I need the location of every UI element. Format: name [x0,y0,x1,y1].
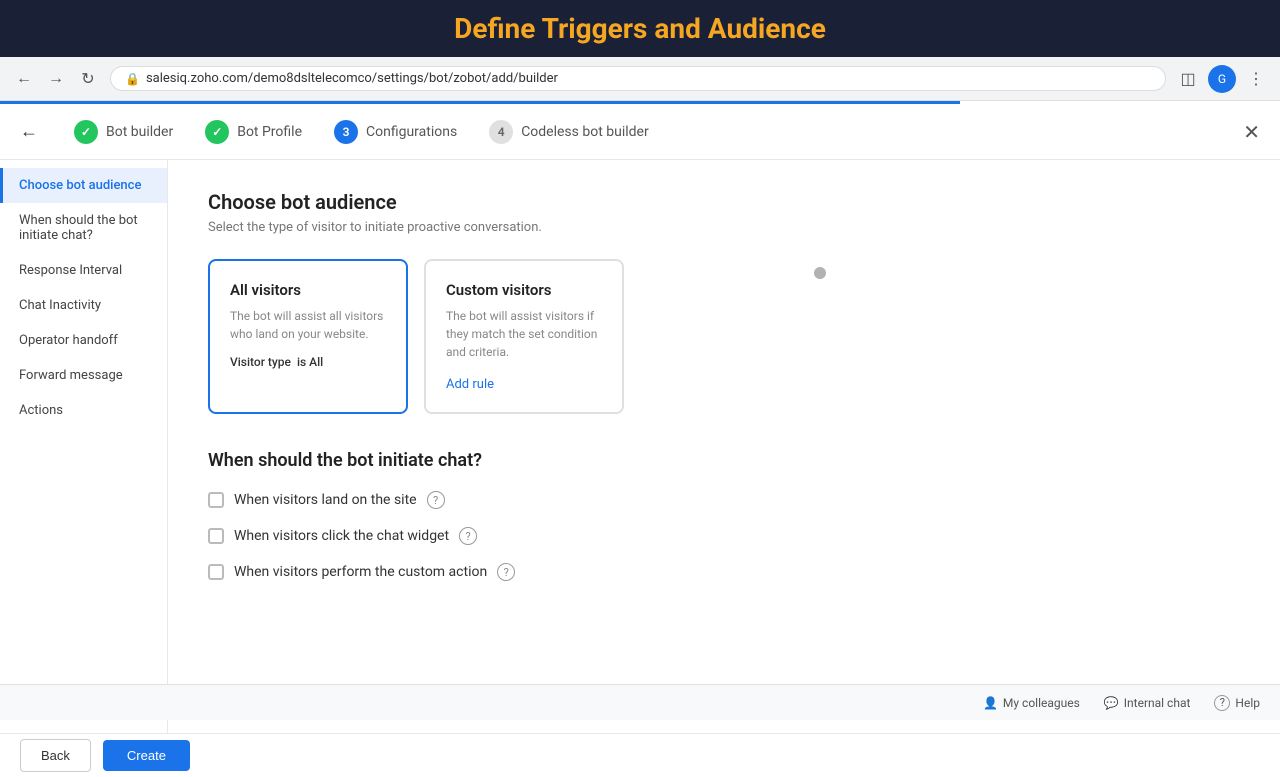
step-label-bot-builder: Bot builder [106,124,173,140]
step-circle-bot-builder: ✓ [74,120,98,144]
step-label-codeless: Codeless bot builder [521,124,649,140]
sidebar-label-chat-inactivity: Chat Inactivity [19,298,101,313]
profile-initial: G [1218,72,1226,86]
badge-value: All [309,355,323,369]
step-circle-codeless: 4 [489,120,513,144]
option-click-widget-row: When visitors click the chat widget ? [208,527,1240,545]
address-bar[interactable]: 🔒 salesiq.zoho.com/demo8dsltelecomco/set… [110,66,1166,91]
sidebar-item-response-interval[interactable]: Response Interval [0,253,167,288]
option-click-widget-checkbox[interactable] [208,528,224,544]
step-codeless-bot-builder[interactable]: 4 Codeless bot builder [473,120,665,144]
lock-icon: 🔒 [125,72,140,86]
my-colleagues-icon: 👤 [983,696,998,710]
initiate-title: When should the bot initiate chat? [208,450,1240,471]
option-custom-action-label: When visitors perform the custom action [234,564,487,580]
step-configurations[interactable]: 3 Configurations [318,120,473,144]
main-layout: Choose bot audience When should the bot … [0,160,1280,733]
custom-visitors-card[interactable]: Custom visitors The bot will assist visi… [424,259,624,414]
custom-visitors-title: Custom visitors [446,281,602,299]
step-bot-profile[interactable]: ✓ Bot Profile [189,120,318,144]
option-land-on-site-help-icon[interactable]: ? [427,491,445,509]
sidebar: Choose bot audience When should the bot … [0,160,168,733]
wizard-close-button[interactable]: ✕ [1243,120,1260,144]
footer: Back Create [0,733,1280,777]
sidebar-item-chat-inactivity[interactable]: Chat Inactivity [0,288,167,323]
top-banner: Define Triggers and Audience [0,0,1280,57]
create-button[interactable]: Create [103,740,190,771]
option-land-on-site-row: When visitors land on the site ? [208,491,1240,509]
sidebar-label-choose-bot-audience: Choose bot audience [19,178,141,193]
wizard-steps: ✓ Bot builder ✓ Bot Profile 3 Configurat… [58,120,665,144]
wizard-bar: ← ✓ Bot builder ✓ Bot Profile 3 Configur… [0,104,1280,160]
option-click-widget-help-icon[interactable]: ? [459,527,477,545]
back-button[interactable]: Back [20,739,91,772]
option-custom-action-row: When visitors perform the custom action … [208,563,1240,581]
sidebar-label-forward-message: Forward message [19,368,123,383]
my-colleagues-label: My colleagues [1003,696,1080,710]
banner-text: Define Triggers and Audience [454,12,826,45]
all-visitors-card[interactable]: All visitors The bot will assist all vis… [208,259,408,414]
option-custom-action-help-icon[interactable]: ? [497,563,515,581]
step-circle-configurations: 3 [334,120,358,144]
internal-chat-label: Internal chat [1124,696,1191,710]
browser-bar: ← → ↻ 🔒 salesiq.zoho.com/demo8dsltelecom… [0,57,1280,101]
visitor-cards: All visitors The bot will assist all vis… [208,259,1240,414]
help-icon: ? [1214,695,1230,711]
internal-chat-item[interactable]: 💬 Internal chat [1104,696,1191,710]
option-land-on-site-checkbox[interactable] [208,492,224,508]
badge-prefix: Visitor type [230,355,291,369]
all-visitors-badge: Visitor type is All [230,355,386,369]
option-custom-action-checkbox[interactable] [208,564,224,580]
sidebar-label-actions: Actions [19,403,63,418]
profile-button[interactable]: G [1208,65,1236,93]
audience-title: Choose bot audience [208,190,1240,214]
audience-subtitle: Select the type of visitor to initiate p… [208,220,1240,235]
sidebar-label-response-interval: Response Interval [19,263,122,278]
step-label-bot-profile: Bot Profile [237,124,302,140]
sidebar-item-actions[interactable]: Actions [0,393,167,428]
help-item[interactable]: ? Help [1214,695,1260,711]
forward-nav-button[interactable]: → [42,65,70,93]
menu-button[interactable]: ⋮ [1242,65,1270,93]
sidebar-label-operator-handoff: Operator handoff [19,333,118,348]
back-nav-button[interactable]: ← [10,65,38,93]
bottom-bar: 👤 My colleagues 💬 Internal chat ? Help [0,684,1280,720]
sidebar-item-forward-message[interactable]: Forward message [0,358,167,393]
step-circle-bot-profile: ✓ [205,120,229,144]
option-click-widget-label: When visitors click the chat widget [234,528,449,544]
badge-is: is [297,355,306,369]
wizard-back-arrow[interactable]: ← [20,121,38,142]
step-bot-builder[interactable]: ✓ Bot builder [58,120,189,144]
all-visitors-desc: The bot will assist all visitors who lan… [230,307,386,343]
help-label: Help [1235,696,1260,710]
option-land-on-site-label: When visitors land on the site [234,492,417,508]
browser-nav-buttons: ← → ↻ [10,65,102,93]
add-rule-link[interactable]: Add rule [446,377,494,392]
internal-chat-icon: 💬 [1104,696,1119,710]
sidebar-item-choose-bot-audience[interactable]: Choose bot audience [0,168,167,203]
extensions-button[interactable]: ◫ [1174,65,1202,93]
sidebar-item-operator-handoff[interactable]: Operator handoff [0,323,167,358]
my-colleagues-item[interactable]: 👤 My colleagues [983,696,1080,710]
all-visitors-title: All visitors [230,281,386,299]
content-area: Choose bot audience Select the type of v… [168,160,1280,733]
sidebar-label-when-should-bot: When should the bot initiate chat? [19,213,138,243]
step-label-configurations: Configurations [366,124,457,140]
sidebar-item-when-should-bot[interactable]: When should the bot initiate chat? [0,203,167,253]
browser-actions: ◫ G ⋮ [1174,65,1270,93]
custom-visitors-desc: The bot will assist visitors if they mat… [446,307,602,361]
reload-button[interactable]: ↻ [74,65,102,93]
url-text: salesiq.zoho.com/demo8dsltelecomco/setti… [146,71,558,86]
